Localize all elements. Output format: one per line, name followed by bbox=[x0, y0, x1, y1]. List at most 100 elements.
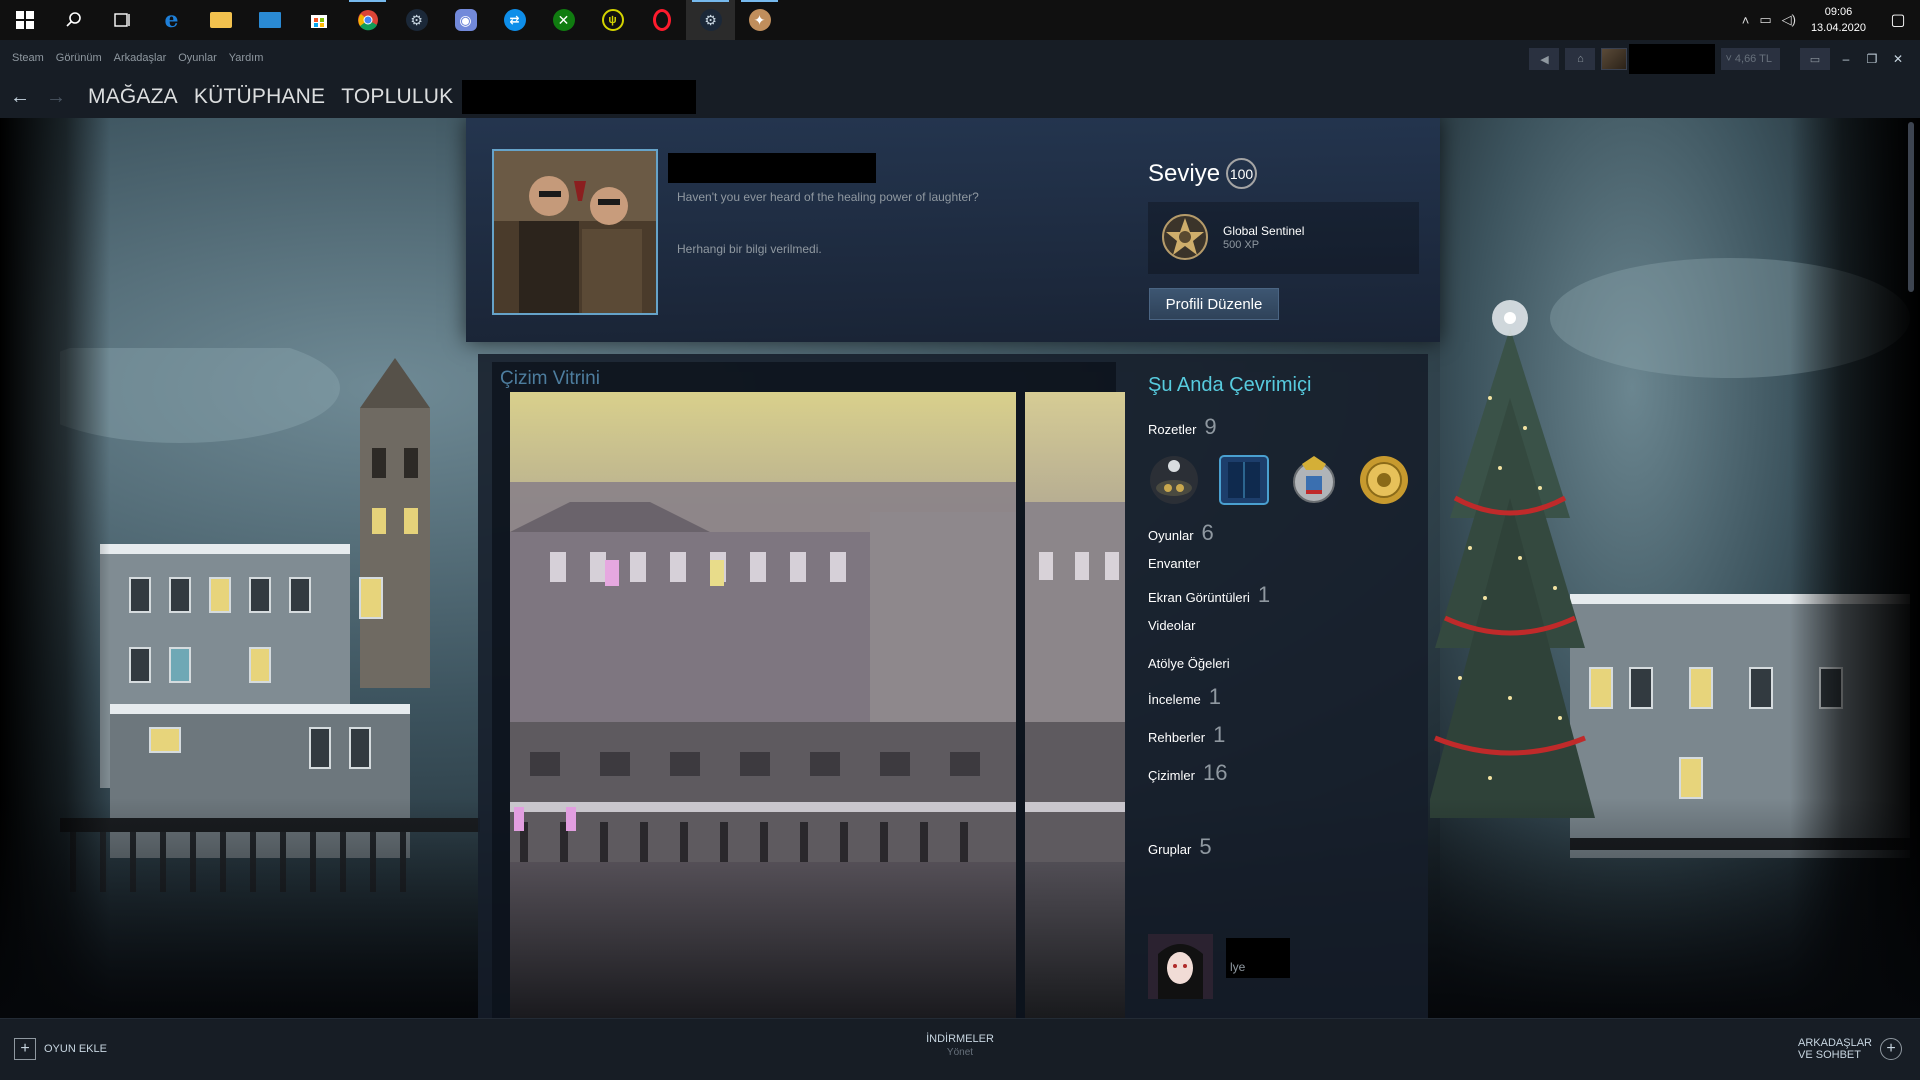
steam-menu: Steam Görünüm Arkadaşlar Oyunlar Yardım bbox=[12, 52, 263, 64]
username-redacted[interactable] bbox=[1629, 44, 1716, 74]
stat-screenshots[interactable]: Ekran Görüntüleri 1 bbox=[1148, 582, 1270, 608]
artwork-showcase: Çizim Vitrini bbox=[492, 362, 1125, 1018]
menu-games[interactable]: Oyunlar bbox=[178, 52, 217, 64]
windows-start-icon[interactable] bbox=[0, 0, 49, 40]
clock-time: 09:06 bbox=[1824, 6, 1853, 18]
edit-profile-button[interactable]: Profili Düzenle bbox=[1149, 288, 1279, 320]
stat-guides-label: Rehberler bbox=[1148, 730, 1206, 745]
profile-avatar-image bbox=[494, 151, 656, 313]
xbox-icon[interactable]: ✕ bbox=[539, 0, 588, 40]
group-avatar-image bbox=[1148, 934, 1213, 999]
clock[interactable]: 09:06 13.04.2020 bbox=[1801, 4, 1876, 36]
profile-header: Haven't you ever heard of the healing po… bbox=[466, 118, 1440, 342]
teamviewer-icon[interactable]: ⇄ bbox=[490, 0, 539, 40]
task-view-icon[interactable] bbox=[98, 0, 147, 40]
mail-icon[interactable] bbox=[245, 0, 294, 40]
profile-summary: Haven't you ever heard of the healing po… bbox=[677, 190, 979, 204]
chevron-down-icon: ˅ bbox=[1725, 53, 1732, 65]
profile-level[interactable]: Seviye 100 bbox=[1148, 158, 1258, 189]
stat-inventory[interactable]: Envanter bbox=[1148, 556, 1200, 571]
badge-name: Global Sentinel bbox=[1223, 224, 1305, 238]
network-icon[interactable]: ▭ bbox=[1754, 12, 1776, 28]
badge-3-icon[interactable] bbox=[1288, 454, 1340, 506]
stat-videos-label: Videolar bbox=[1148, 618, 1196, 633]
level-label: Seviye bbox=[1148, 159, 1221, 187]
downloads-manage: Yönet bbox=[946, 1047, 974, 1058]
friends-label-2: VE SOHBET bbox=[1798, 1049, 1861, 1061]
profile-info: Herhangi bir bilgi verilmedi. bbox=[677, 242, 822, 256]
page-scrollbar[interactable] bbox=[1908, 122, 1914, 292]
opera-icon[interactable] bbox=[637, 0, 686, 40]
nav-community[interactable]: TOPLULUK bbox=[341, 85, 453, 109]
friends-label-1: ARKADAŞLAR bbox=[1798, 1037, 1872, 1049]
stat-artwork-label: Çizimler bbox=[1148, 768, 1195, 783]
stat-screenshots-label: Ekran Görüntüleri bbox=[1148, 590, 1250, 605]
stat-workshop[interactable]: Atölye Öğeleri bbox=[1148, 656, 1230, 671]
chrome-icon[interactable] bbox=[343, 0, 392, 40]
profile-avatar[interactable] bbox=[492, 149, 658, 315]
showcase-artwork-main[interactable] bbox=[510, 392, 1016, 1018]
user-avatar[interactable] bbox=[1601, 48, 1628, 70]
notifications-icon[interactable]: ⌂ bbox=[1565, 48, 1596, 70]
showcase-title: Çizim Vitrini bbox=[500, 368, 600, 389]
maximize-icon[interactable]: ❐ bbox=[1862, 52, 1882, 66]
downloads-button[interactable]: İNDİRMELER Yönet bbox=[0, 1032, 1920, 1060]
file-explorer-icon[interactable] bbox=[196, 0, 245, 40]
stat-videos[interactable]: Videolar bbox=[1148, 618, 1195, 633]
global-sentinel-badge-icon bbox=[1162, 214, 1208, 260]
overwolf-icon[interactable]: ψ bbox=[588, 0, 637, 40]
stat-reviews[interactable]: İnceleme 1 bbox=[1148, 684, 1221, 710]
groups-count: 5 bbox=[1199, 834, 1212, 859]
add-friend-icon: + bbox=[1880, 1038, 1902, 1060]
badges-link[interactable]: Rozetler 9 bbox=[1148, 414, 1217, 440]
chevron-up-icon[interactable]: ˄ bbox=[1737, 13, 1755, 28]
forward-arrow-icon[interactable]: → bbox=[40, 86, 72, 109]
groups-link[interactable]: Gruplar 5 bbox=[1148, 834, 1212, 860]
badges-label: Rozetler bbox=[1148, 422, 1197, 437]
group-name[interactable]: lye bbox=[1230, 960, 1245, 974]
stat-guides[interactable]: Rehberler 1 bbox=[1148, 722, 1225, 748]
friends-chat-button[interactable]: ARKADAŞLAR VE SOHBET + bbox=[1798, 1037, 1902, 1061]
nav-library[interactable]: KÜTÜPHANE bbox=[194, 85, 325, 109]
artwork-main-image bbox=[510, 482, 1016, 862]
badge-row bbox=[1148, 454, 1410, 506]
badge-1-icon[interactable] bbox=[1148, 454, 1200, 506]
steam-icon[interactable]: ⚙ bbox=[392, 0, 441, 40]
game-app-icon[interactable]: ✦ bbox=[735, 0, 784, 40]
stat-reviews-label: İnceleme bbox=[1148, 692, 1201, 707]
stat-artwork[interactable]: Çizimler 16 bbox=[1148, 760, 1227, 786]
menu-help[interactable]: Yardım bbox=[229, 52, 264, 64]
stat-workshop-label: Atölye Öğeleri bbox=[1148, 656, 1230, 671]
stat-reviews-count: 1 bbox=[1208, 684, 1221, 709]
announcement-icon[interactable]: ◀ bbox=[1529, 48, 1560, 70]
discord-icon[interactable]: ◉ bbox=[441, 0, 490, 40]
edge-icon[interactable]: e bbox=[147, 0, 196, 40]
groups-label: Gruplar bbox=[1148, 842, 1192, 857]
search-icon[interactable] bbox=[49, 0, 98, 40]
group-avatar[interactable] bbox=[1148, 934, 1213, 999]
nav-username-redacted[interactable] bbox=[462, 80, 696, 114]
showcase-artwork-side[interactable] bbox=[1025, 392, 1125, 1018]
stat-guides-count: 1 bbox=[1213, 722, 1226, 747]
notification-icon[interactable]: ▢ bbox=[1876, 0, 1920, 40]
volume-icon[interactable]: ◁) bbox=[1777, 12, 1801, 28]
badge-2-icon[interactable] bbox=[1218, 454, 1270, 506]
big-picture-icon[interactable]: ▭ bbox=[1800, 48, 1830, 70]
artwork-side-image bbox=[1025, 502, 1125, 862]
steam-active-icon[interactable]: ⚙ bbox=[686, 0, 735, 40]
menu-steam[interactable]: Steam bbox=[12, 52, 44, 64]
nav-store[interactable]: MAĞAZA bbox=[88, 85, 178, 109]
back-arrow-icon[interactable]: ← bbox=[4, 86, 36, 109]
store-icon[interactable] bbox=[294, 0, 343, 40]
close-icon[interactable]: ✕ bbox=[1888, 52, 1908, 66]
stat-games[interactable]: Oyunlar 6 bbox=[1148, 520, 1214, 546]
badge-4-icon[interactable] bbox=[1358, 454, 1410, 506]
level-badge: 100 bbox=[1226, 158, 1258, 189]
menu-view[interactable]: Görünüm bbox=[56, 52, 102, 64]
profile-content: Haven't you ever heard of the healing po… bbox=[0, 118, 1920, 1018]
menu-friends[interactable]: Arkadaşlar bbox=[114, 52, 167, 64]
steam-topright: ◀ ⌂ ˅ 4,66 TL ▭ ‒ ❐ ✕ bbox=[1529, 44, 1920, 74]
minimize-icon[interactable]: ‒ bbox=[1836, 52, 1856, 66]
wallet-balance[interactable]: ˅ 4,66 TL bbox=[1721, 48, 1780, 70]
featured-badge[interactable]: Global Sentinel 500 XP bbox=[1148, 202, 1419, 274]
